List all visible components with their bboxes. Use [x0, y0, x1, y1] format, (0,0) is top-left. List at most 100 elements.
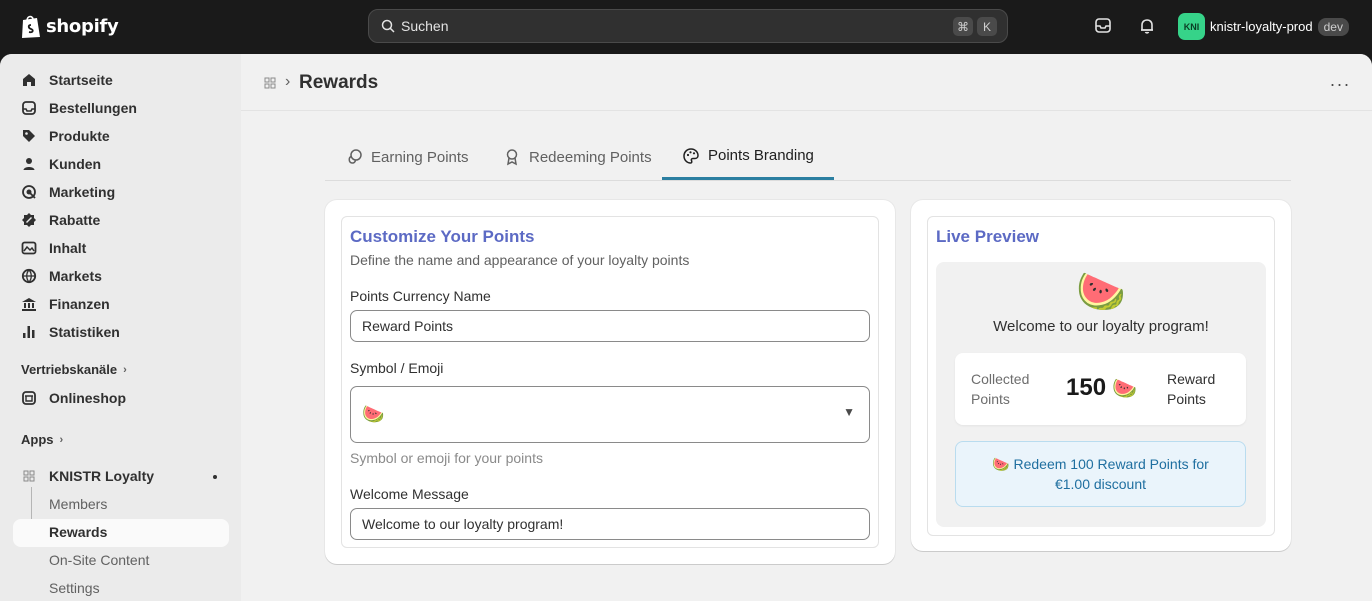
symbol-emoji-select[interactable]: 🍉 ▼: [350, 386, 870, 443]
search-placeholder: Suchen: [401, 18, 449, 34]
shopify-logo[interactable]: shopify: [20, 13, 119, 39]
tag-icon: [23, 130, 35, 142]
sidebar-item-marketing[interactable]: Marketing: [21, 179, 115, 205]
main-content: › Rewards ··· Earning Points Redeeming P…: [241, 54, 1372, 601]
sidebar-item-orders[interactable]: Bestellungen: [21, 95, 137, 121]
ellipsis-icon: ···: [1329, 73, 1351, 94]
sidebar-item-analytics[interactable]: Statistiken: [21, 319, 120, 345]
tab-bar: Earning Points Redeeming Points Points B…: [325, 134, 1291, 181]
sidebar-item-finances[interactable]: Finanzen: [21, 291, 110, 317]
customize-title: Customize Your Points: [350, 227, 535, 246]
live-preview-panel: Live Preview 🍉 Welcome to our loyalty pr…: [927, 216, 1275, 536]
bell-icon[interactable]: [1137, 16, 1157, 36]
welcome-message-input[interactable]: Welcome to our loyalty program!: [350, 508, 870, 540]
store-icon: [22, 391, 36, 405]
page-header: › Rewards ···: [241, 54, 1372, 111]
discount-icon: [22, 213, 36, 227]
tab-label: Earning Points: [371, 148, 469, 166]
top-bar: shopify Suchen ⌘ K KNI knistr-loyalty-pr…: [0, 0, 1372, 54]
sidebar-item-products[interactable]: Produkte: [21, 123, 110, 149]
tab-points-branding[interactable]: Points Branding: [662, 134, 834, 180]
app-grid-icon[interactable]: [263, 76, 277, 90]
sidebar-item-online-store[interactable]: Onlineshop: [21, 385, 126, 411]
customize-subtitle: Define the name and appearance of your l…: [350, 252, 690, 268]
customize-points-card: Customize Your Points Define the name an…: [325, 200, 895, 564]
inbox-tray-icon[interactable]: [1093, 16, 1113, 36]
tab-label: Redeeming Points: [529, 148, 652, 166]
page-title: Rewards: [299, 72, 379, 93]
sidebar-item-content[interactable]: Inhalt: [21, 235, 86, 261]
admin-frame: Startseite Bestellungen Produkte Kunden …: [0, 54, 1372, 601]
sidebar-item-label: Markets: [49, 268, 102, 284]
active-item-highlight: [13, 519, 229, 547]
sidebar-item-home[interactable]: Startseite: [21, 67, 113, 93]
logo-text: shopify: [46, 15, 119, 37]
breadcrumb-chevron-icon: ›: [285, 73, 291, 90]
sidebar-subitem-settings[interactable]: Settings: [49, 575, 100, 601]
sidebar-item-label: Inhalt: [49, 240, 87, 256]
chevron-right-icon: ›: [59, 433, 64, 446]
sidebar-subitem-rewards[interactable]: Rewards: [49, 519, 107, 545]
sidebar-item-customers[interactable]: Kunden: [21, 151, 101, 177]
search-input[interactable]: Suchen ⌘ K: [368, 9, 1008, 43]
more-actions-button[interactable]: ···: [1326, 72, 1354, 96]
shortcut-k-key: K: [977, 17, 997, 36]
person-icon: [23, 158, 35, 170]
chevron-right-icon: ›: [123, 363, 127, 376]
sidebar: Startseite Bestellungen Produkte Kunden …: [0, 54, 241, 601]
dropdown-arrow-icon: ▼: [843, 405, 855, 419]
symbol-emoji-label: Symbol / Emoji: [350, 360, 444, 376]
sidebar-item-label: Produkte: [49, 128, 110, 144]
home-icon: [23, 74, 35, 86]
sidebar-item-label: Marketing: [49, 184, 116, 200]
sidebar-item-knistr-loyalty[interactable]: KNISTR Loyalty: [21, 463, 154, 489]
store-switcher[interactable]: KNI knistr-loyalty-prod dev: [1178, 13, 1349, 40]
points-watermelon-icon: 🍉: [1112, 378, 1137, 400]
sidebar-item-label: Kunden: [49, 156, 102, 172]
palette-icon: [683, 147, 699, 164]
content-icon: [21, 241, 37, 255]
currency-name-label: Points Currency Name: [350, 288, 491, 304]
welcome-message-value: Welcome to our loyalty program!: [362, 516, 564, 532]
symbol-emoji-value: 🍉: [362, 404, 385, 424]
preview-welcome-text: Welcome to our loyalty program!: [993, 318, 1209, 335]
welcome-message-label: Welcome Message: [350, 486, 469, 502]
sales-channels-label: Vertriebskanäle: [21, 362, 118, 377]
sales-channels-header[interactable]: Vertriebskanäle ›: [21, 362, 127, 377]
sidebar-item-label: Startseite: [49, 72, 113, 88]
preview-widget: 🍉 Welcome to our loyalty program! Collec…: [936, 262, 1266, 527]
apps-header[interactable]: Apps ›: [21, 432, 63, 447]
store-name: knistr-loyalty-prod: [1210, 19, 1313, 34]
sidebar-item-label: Bestellungen: [49, 100, 137, 116]
tab-earning-points[interactable]: Earning Points: [345, 134, 469, 180]
sidebar-item-label: Finanzen: [49, 296, 110, 312]
sidebar-item-label: Statistiken: [49, 324, 120, 340]
redeem-offer-text: 🍉 Redeem 100 Reward Points for €1.00 dis…: [992, 456, 1209, 492]
live-preview-card: Live Preview 🍉 Welcome to our loyalty pr…: [911, 200, 1291, 551]
bank-icon: [22, 298, 36, 311]
collected-points-label: Collected Points: [971, 371, 1030, 407]
sidebar-item-label: Rabatte: [49, 212, 101, 228]
sidebar-subitem-onsite-content[interactable]: On-Site Content: [49, 547, 149, 573]
store-avatar: KNI: [1178, 13, 1205, 40]
points-balance-value: 150: [1066, 374, 1107, 401]
app-grid-icon: [23, 470, 35, 482]
store-env-badge: dev: [1317, 17, 1349, 36]
currency-name-input[interactable]: Reward Points: [350, 310, 870, 342]
sidebar-item-discounts[interactable]: Rabatte: [21, 207, 100, 233]
redeem-offer-banner[interactable]: 🍉 Redeem 100 Reward Points for €1.00 dis…: [955, 441, 1246, 507]
tab-label: Points Branding: [708, 147, 814, 164]
globe-icon: [21, 268, 37, 284]
award-ribbon-icon: [506, 149, 518, 166]
target-icon: [22, 185, 36, 199]
chart-icon: [23, 326, 35, 338]
tab-redeeming-points[interactable]: Redeeming Points: [503, 134, 652, 180]
currency-name-value: Reward Points: [362, 318, 454, 334]
pin-dot-icon: [213, 475, 217, 479]
watermelon-icon: 🍉: [1076, 270, 1126, 314]
search-icon: [381, 19, 395, 33]
symbol-emoji-help: Symbol or emoji for your points: [350, 450, 543, 466]
sidebar-item-markets[interactable]: Markets: [21, 263, 102, 289]
live-preview-title: Live Preview: [936, 227, 1040, 246]
sidebar-subitem-members[interactable]: Members: [49, 491, 107, 517]
